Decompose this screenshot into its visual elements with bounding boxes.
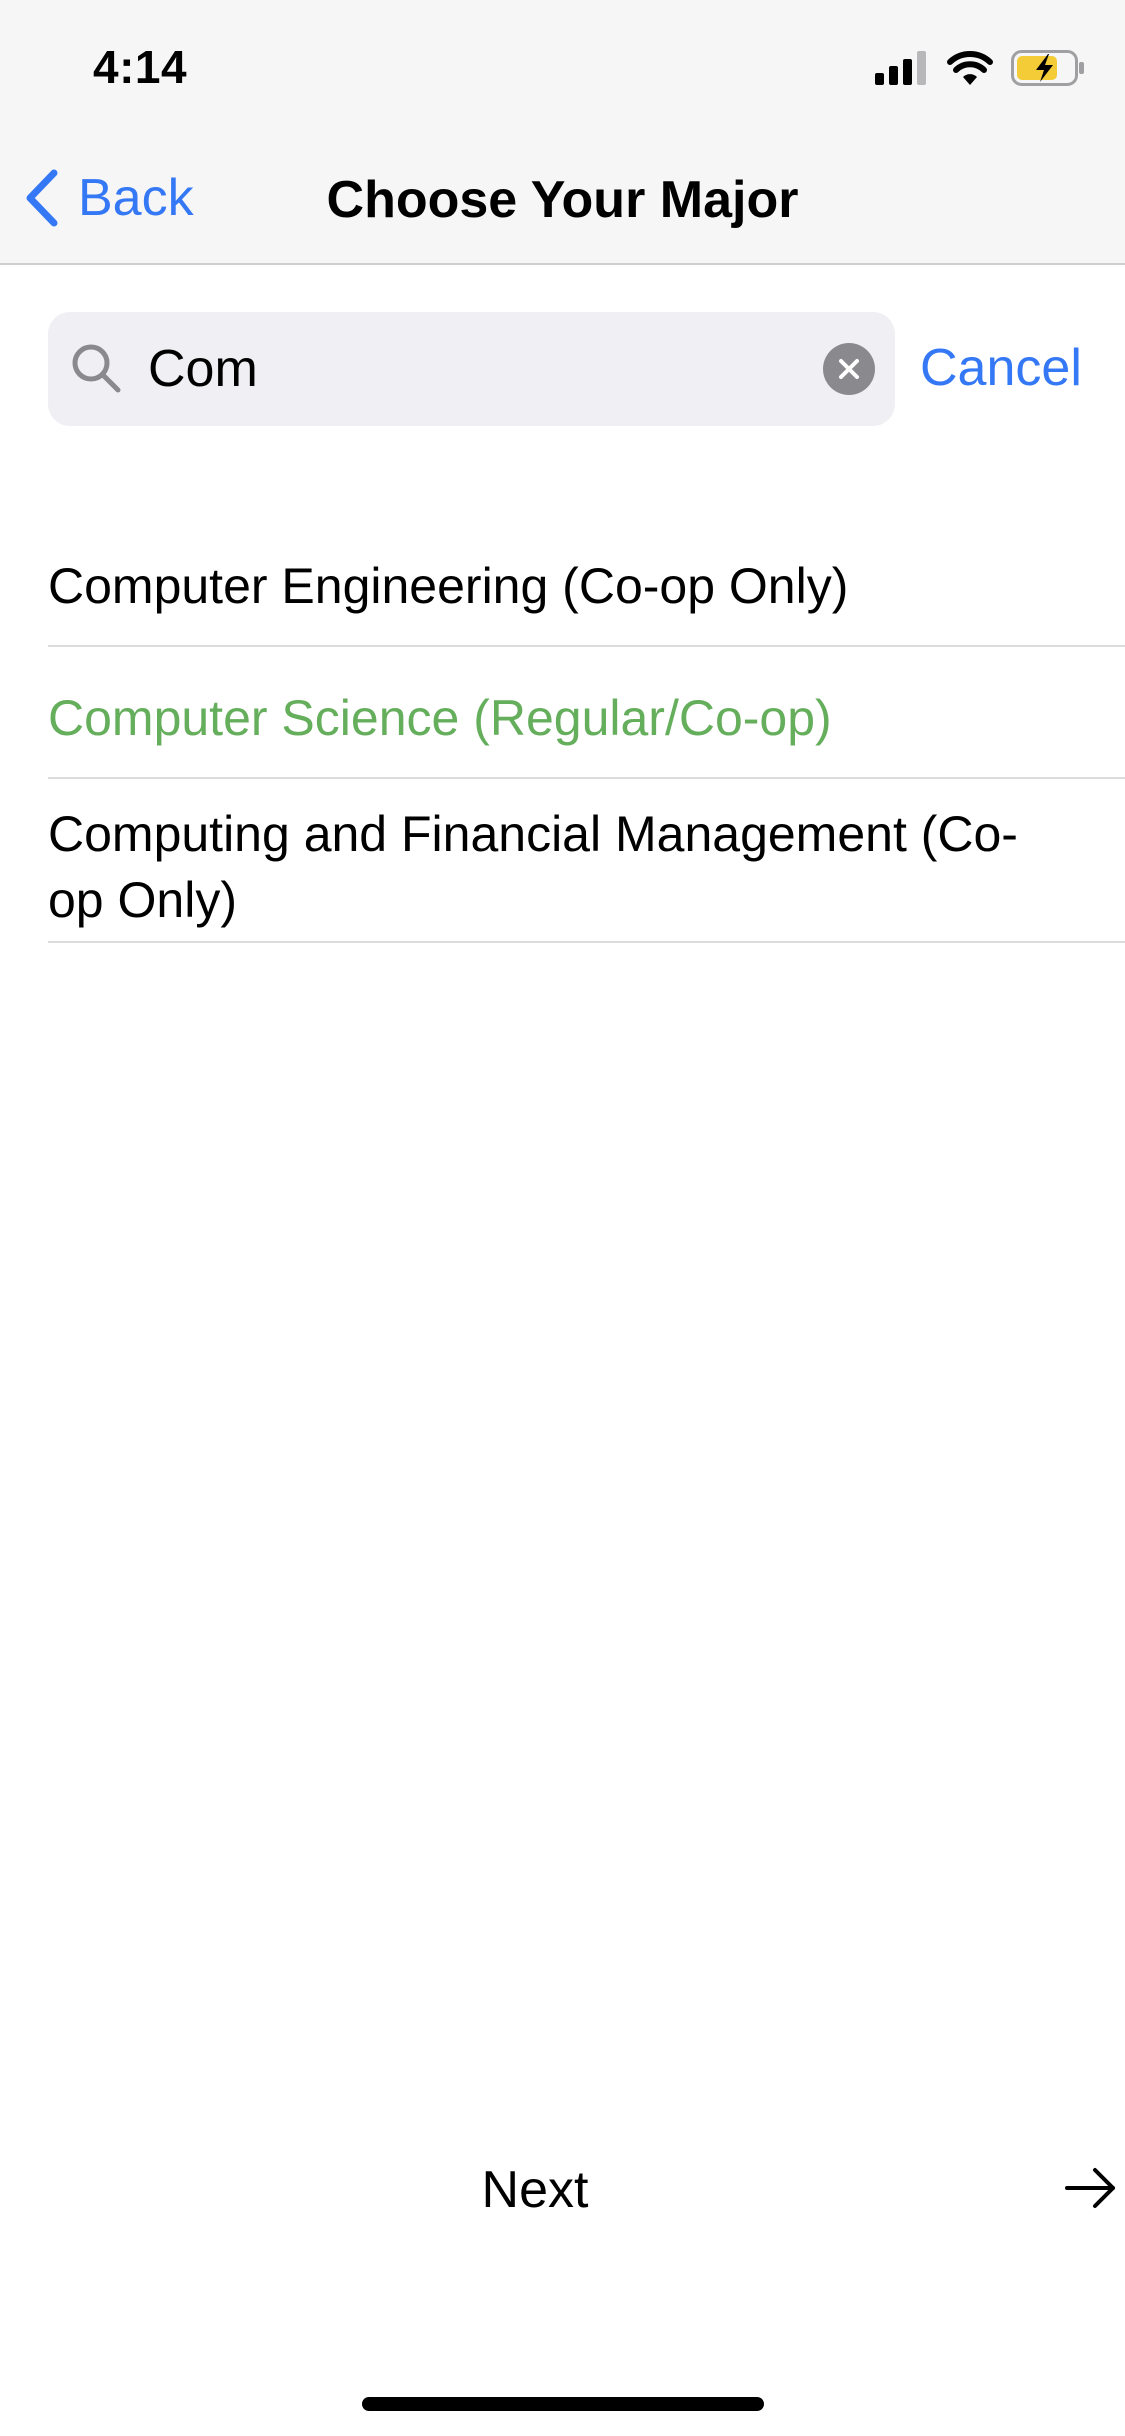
arrow-right-icon[interactable] — [1065, 2166, 1117, 2215]
cancel-button[interactable]: Cancel — [920, 338, 1082, 398]
page-title: Choose Your Major — [326, 171, 799, 229]
next-button[interactable]: Next — [0, 2160, 1070, 2220]
search-icon — [70, 342, 124, 401]
status-time: 4:14 — [93, 41, 188, 93]
cellular-signal-icon — [875, 50, 929, 90]
search-bar[interactable] — [48, 312, 895, 426]
status-icons — [875, 49, 1085, 91]
search-input[interactable] — [148, 312, 748, 426]
search-row: Cancel — [48, 312, 1088, 426]
home-indicator — [362, 2397, 764, 2411]
close-icon — [839, 359, 859, 379]
list-item[interactable]: Computer Engineering (Co-op Only) — [48, 515, 1125, 647]
results-list: Computer Engineering (Co-op Only) Comput… — [48, 515, 1125, 943]
battery-charging-icon — [1011, 49, 1085, 91]
navigation-bar: 4:14 Back Choose Your Major — [0, 0, 1125, 265]
list-item-selected[interactable]: Computer Science (Regular/Co-op) — [48, 647, 1125, 779]
clear-search-button[interactable] — [823, 343, 875, 395]
wifi-icon — [947, 50, 993, 90]
list-item[interactable]: Computing and Financial Management (Co-o… — [48, 779, 1125, 943]
